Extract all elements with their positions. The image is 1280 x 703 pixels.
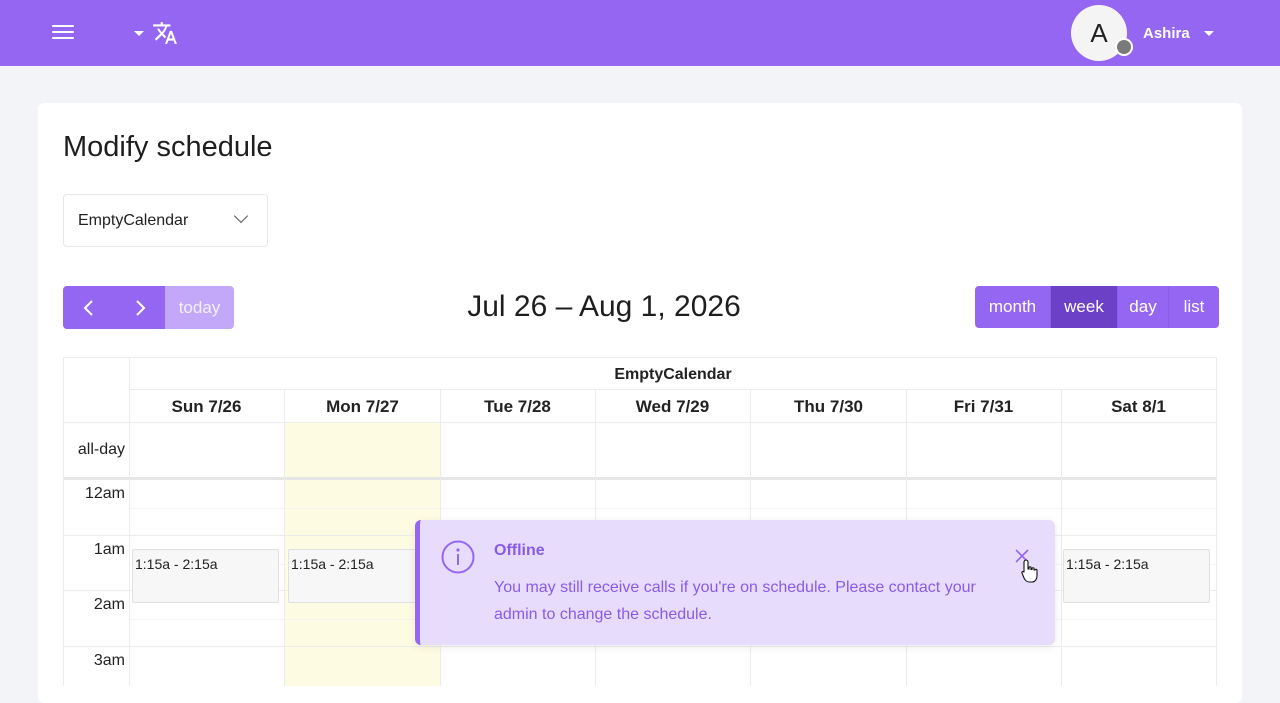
page-title: Modify schedule [63, 131, 273, 163]
status-indicator [1115, 38, 1133, 56]
view-month-button[interactable]: month [975, 286, 1051, 328]
view-week-button[interactable]: week [1051, 286, 1118, 328]
avatar-initial: A [1090, 17, 1108, 48]
calendar-event[interactable]: 1:15a - 2:15a [288, 549, 435, 603]
day-header: Wed 7/29 [635, 397, 710, 416]
offline-toast: Offline You may still receive calls if y… [415, 520, 1055, 645]
toast-title: Offline [494, 542, 545, 559]
day-header: Fri 7/31 [953, 397, 1014, 416]
language-switcher[interactable] [134, 18, 178, 48]
day-header: Thu 7/30 [794, 397, 863, 416]
user-menu-caret-icon[interactable] [1204, 31, 1214, 36]
info-icon [441, 540, 475, 574]
calendar-event[interactable]: 1:15a - 2:15a [132, 549, 279, 603]
day-header: Mon 7/27 [326, 397, 399, 416]
top-bar: A Ashira [0, 0, 1280, 66]
time-label: 3am [93, 652, 125, 669]
hand-cursor-icon [1021, 559, 1038, 583]
time-label: 12am [84, 485, 125, 502]
allday-label: all-day [77, 441, 125, 458]
resource-header: EmptyCalendar [614, 366, 732, 383]
view-day-button[interactable]: day [1118, 286, 1169, 328]
view-switcher: month week day list [975, 286, 1219, 328]
translate-icon [153, 22, 177, 44]
menu-icon[interactable] [52, 22, 74, 44]
user-name[interactable]: Ashira [1143, 25, 1190, 42]
toast-message: You may still receive calls if you're on… [494, 579, 976, 623]
time-label: 1am [93, 541, 125, 558]
caret-down-icon [134, 30, 144, 36]
calendar-event[interactable]: 1:15a - 2:15a [1063, 549, 1210, 603]
day-header: Tue 7/28 [484, 397, 551, 416]
time-label: 2am [93, 596, 125, 613]
day-header: Sun 7/26 [171, 397, 242, 416]
chevron-down-icon [233, 208, 249, 224]
day-header: Sat 8/1 [1111, 397, 1166, 416]
view-list-button[interactable]: list [1169, 286, 1219, 328]
calendar-select-value: EmptyCalendar [78, 212, 189, 229]
calendar-select[interactable]: EmptyCalendar [63, 194, 268, 247]
